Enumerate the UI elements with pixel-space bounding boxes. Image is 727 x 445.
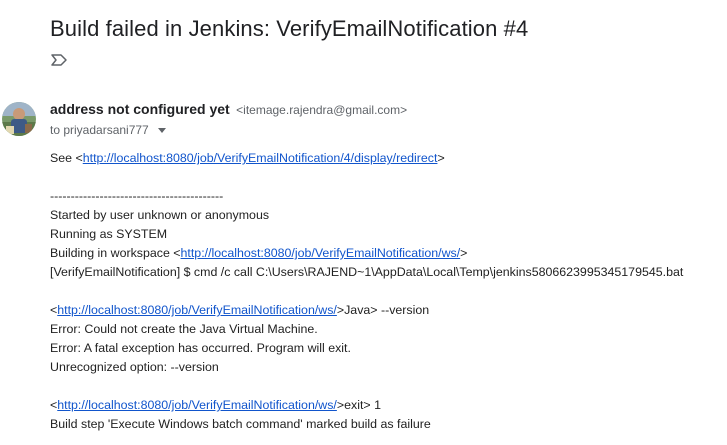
see-line: See <http://localhost:8080/job/VerifyEma… (50, 149, 727, 168)
running-as-line: Running as SYSTEM (50, 227, 168, 241)
java-line: <http://localhost:8080/job/VerifyEmailNo… (50, 301, 727, 320)
label-arrow-icon[interactable] (50, 53, 68, 67)
started-by-line: Started by user unknown or anonymous (50, 208, 270, 222)
see-suffix: > (437, 151, 445, 165)
recipient-label: to priyadarsani777 (50, 123, 149, 137)
exit-link[interactable]: http://localhost:8080/job/VerifyEmailNot… (57, 398, 337, 412)
separator-line: ----------------------------------------… (50, 189, 224, 203)
show-details-chevron-down-icon[interactable] (157, 128, 166, 133)
user-avatar-photo (2, 102, 36, 136)
workspace-link[interactable]: http://localhost:8080/job/VerifyEmailNot… (181, 246, 461, 260)
exit-suffix: >exit> 1 (336, 398, 381, 412)
see-prefix: See < (50, 151, 83, 165)
email-view: Build failed in Jenkins: VerifyEmailNoti… (0, 0, 727, 445)
sender-name[interactable]: address not configured yet (50, 101, 230, 117)
workspace-suffix: > (460, 246, 468, 260)
build-step-line: Build step 'Execute Windows batch comman… (50, 417, 431, 431)
cmd-line: [VerifyEmailNotification] $ cmd /c call … (50, 265, 684, 279)
sender-line: address not configured yet <itemage.raje… (50, 101, 407, 119)
email-subject: Build failed in Jenkins: VerifyEmailNoti… (50, 16, 529, 41)
unrecognized-option-line: Unrecognized option: --version (50, 360, 219, 374)
workspace-line: Building in workspace <http://localhost:… (50, 244, 727, 263)
sender-avatar[interactable] (2, 102, 36, 136)
see-link[interactable]: http://localhost:8080/job/VerifyEmailNot… (83, 151, 438, 165)
java-suffix: >Java> --version (336, 303, 430, 317)
error-line-1: Error: Could not create the Java Virtual… (50, 322, 318, 336)
email-body: See <http://localhost:8080/job/VerifyEma… (50, 149, 727, 434)
java-link[interactable]: http://localhost:8080/job/VerifyEmailNot… (57, 303, 337, 317)
exit-line: <http://localhost:8080/job/VerifyEmailNo… (50, 396, 727, 415)
sender-email: <itemage.rajendra@gmail.com> (236, 103, 408, 117)
workspace-prefix: Building in workspace < (50, 246, 181, 260)
recipient-line: to priyadarsani777 (50, 123, 166, 137)
error-line-2: Error: A fatal exception has occurred. P… (50, 341, 351, 355)
